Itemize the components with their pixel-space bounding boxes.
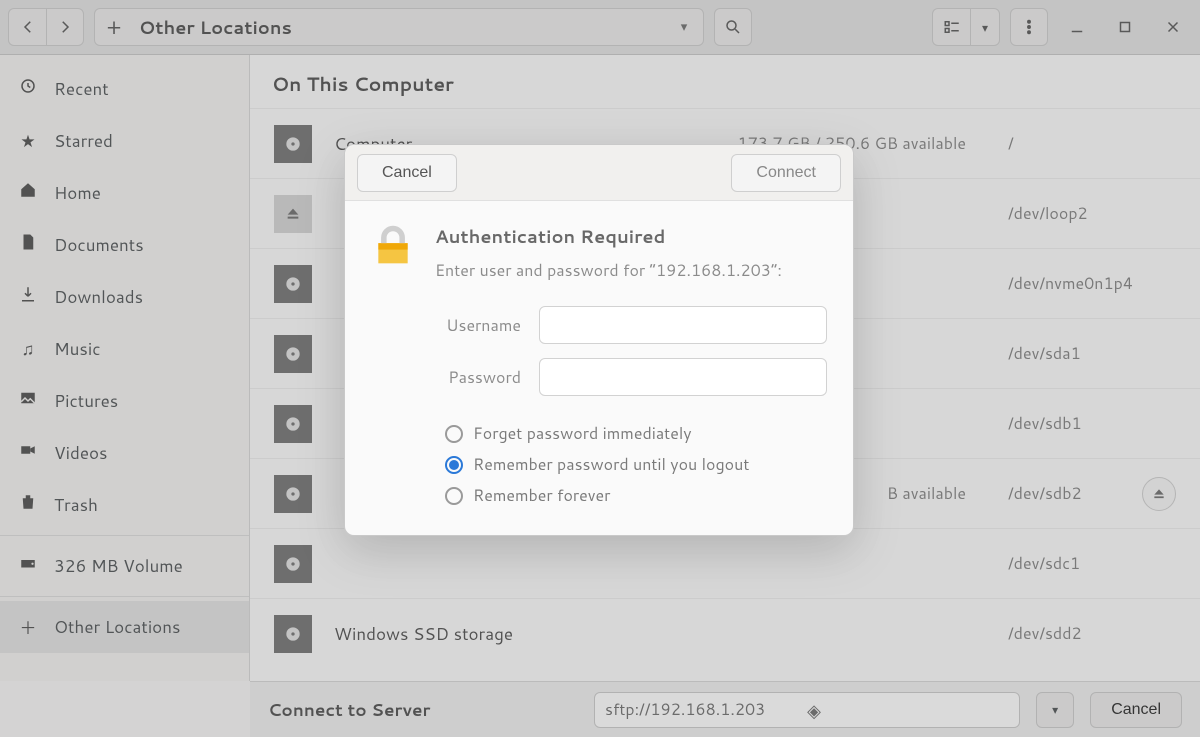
username-field-row: Username [371,306,827,344]
dialog-subtitle: Enter user and password for “192.168.1.2… [435,259,782,282]
password-input[interactable] [539,358,827,396]
radio-label: Forget password immediately [473,422,692,445]
radio-forget[interactable]: Forget password immediately [445,422,827,445]
radio-label: Remember password until you logout [473,453,749,476]
password-label: Password [371,366,521,389]
radio-icon [445,487,463,505]
password-field-row: Password [371,358,827,396]
auth-dialog: Cancel Connect Authentication Required E… [344,144,854,536]
remember-options: Forget password immediately Remember pas… [445,422,827,507]
dialog-cancel-button[interactable]: Cancel [357,154,457,192]
username-input[interactable] [539,306,827,344]
radio-label: Remember forever [473,484,610,507]
username-label: Username [371,314,521,337]
radio-icon [445,456,463,474]
radio-icon [445,425,463,443]
dialog-title: Authentication Required [435,223,782,249]
radio-forever[interactable]: Remember forever [445,484,827,507]
dialog-connect-button[interactable]: Connect [731,154,841,192]
dialog-header: Cancel Connect [345,145,853,201]
lock-icon [371,223,415,267]
radio-until-logout[interactable]: Remember password until you logout [445,453,827,476]
